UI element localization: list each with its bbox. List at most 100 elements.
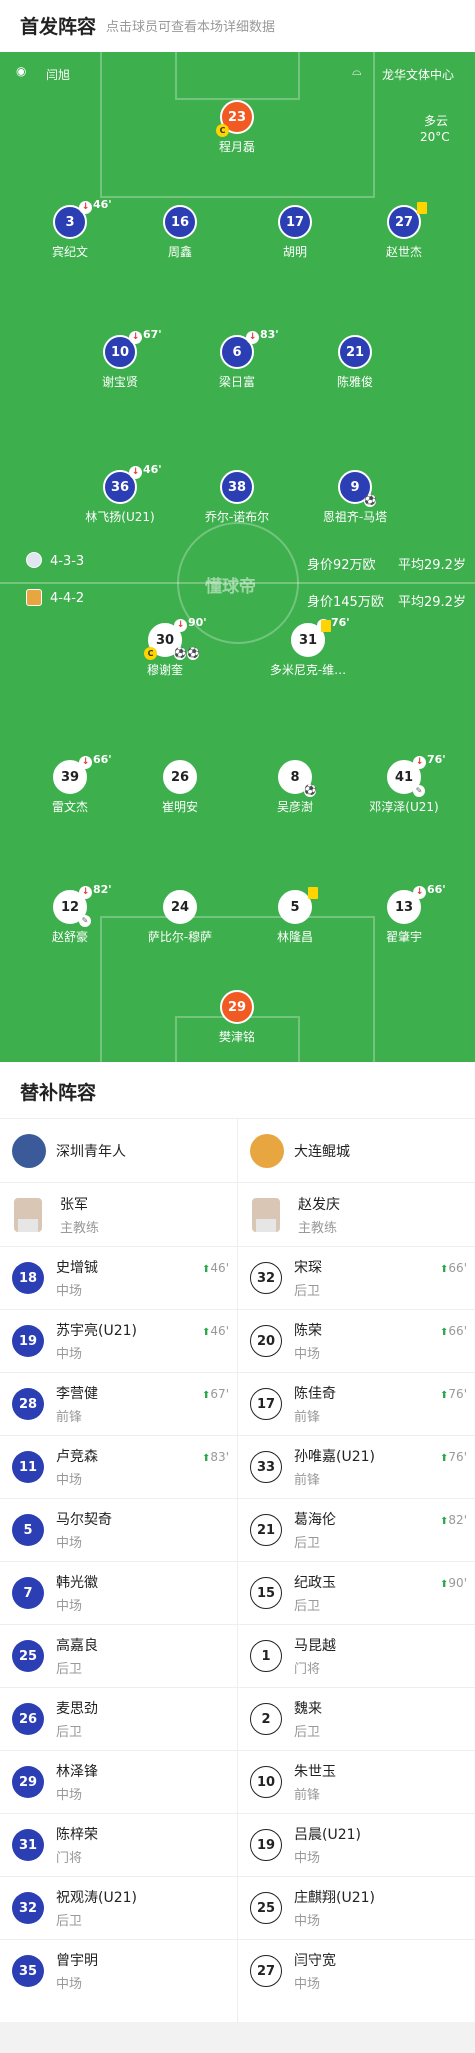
player-name: 多米尼克-维… <box>269 663 347 677</box>
pitch-player[interactable]: 26 崔明安 <box>120 760 240 815</box>
pitch-player[interactable]: 12 ↓ 82' ✎ 赵舒豪 <box>10 883 130 945</box>
pitch-player[interactable]: 39 ↓ 66' 雷文杰 <box>10 753 130 815</box>
page-subtitle: 点击球员可查看本场详细数据 <box>106 20 276 35</box>
sub-player-row[interactable]: 26 麦思劲 后卫 <box>0 1687 237 1750</box>
sub-number-badge: 25 <box>250 1892 282 1924</box>
pitch-player[interactable]: 36 ↓ 46' 林飞扬(U21) <box>60 463 180 525</box>
sub-player-row[interactable]: 32 祝观涛(U21) 后卫 <box>0 1876 237 1939</box>
sub-player-position: 中场 <box>56 1977 83 1992</box>
sub-number-badge: 27 <box>250 1955 282 1987</box>
player-number-badge: 8 ⚽ <box>278 760 316 797</box>
away-formation: 4-3-3 <box>50 554 85 569</box>
pitch-player[interactable]: 38 乔尔-诺布尔 <box>177 470 297 525</box>
sub-player-row[interactable]: 31 陈梓荣 门将 <box>0 1813 237 1876</box>
sub-on-time: ⬆46' <box>202 1324 229 1338</box>
player-number: 29 <box>227 999 247 1015</box>
pitch-player[interactable]: 13 ↓ 66' 翟肇宇 <box>344 883 464 945</box>
player-number-badge: 6 ↓ 83' <box>220 328 279 369</box>
sub-player-row[interactable]: 35 曾宇明 中场 <box>0 1939 237 2002</box>
sub-player-name: 史增铖 <box>56 1260 98 1276</box>
pitch-player[interactable]: 16 周鑫 <box>120 205 240 260</box>
sub-player-row[interactable]: 25 庄麒翔(U21) 中场 <box>238 1876 475 1939</box>
player-number-badge: 3 ↓ 46' <box>53 198 112 239</box>
sub-off-icon: ↓ <box>79 201 92 214</box>
sub-minute: 90' <box>188 616 207 629</box>
pitch-player[interactable]: 10 ↓ 67' 谢宝贤 <box>60 328 180 390</box>
sub-player-row[interactable]: 7 韩光徽 中场 <box>0 1561 237 1624</box>
pitch-player[interactable]: 41 ↓ 76' ✎ 邓淳泽(U21) <box>344 753 464 815</box>
sub-player-name: 孙唯嘉(U21) <box>294 1449 375 1465</box>
pitch-player[interactable]: 29 樊津铭 <box>177 990 297 1045</box>
team-row[interactable]: 深圳青年人 <box>0 1118 237 1182</box>
pitch-player[interactable]: 6 ↓ 83' 梁日富 <box>177 328 297 390</box>
player-name: 萨比尔-穆萨 <box>147 930 213 944</box>
player-number: 39 <box>60 769 80 785</box>
sub-on-minute: 67' <box>210 1387 229 1401</box>
sub-player-row[interactable]: 27 闫守宽 中场 <box>238 1939 475 2002</box>
pitch-player[interactable]: 17 胡明 <box>235 205 355 260</box>
player-name: 穆谢奎 <box>146 663 183 677</box>
captain-icon: C <box>144 647 157 660</box>
player-number: 30 <box>155 632 175 648</box>
sub-on-time: ⬆46' <box>202 1261 229 1275</box>
sub-player-row[interactable]: 2 魏来 后卫 <box>238 1687 475 1750</box>
player-number-badge: 12 ↓ 82' ✎ <box>53 883 112 927</box>
sub-player-row[interactable]: 1 马昆越 门将 <box>238 1624 475 1687</box>
sub-number-badge: 21 <box>250 1514 282 1546</box>
sub-on-minute: 76' <box>448 1387 467 1401</box>
player-number: 8 <box>290 769 300 785</box>
pitch-player[interactable]: 27 赵世杰 <box>344 202 464 260</box>
sub-player-row[interactable]: 19 苏宇亮(U21) 中场 ⬆46' <box>0 1309 237 1372</box>
player-name: 程月磊 <box>218 140 255 154</box>
pitch-player[interactable]: 3 ↓ 46' 宾纪文 <box>10 198 130 260</box>
sub-player-row[interactable]: 10 朱世玉 前锋 <box>238 1750 475 1813</box>
sub-player-position: 中场 <box>294 1914 321 1929</box>
weather: 多云 <box>424 114 449 128</box>
sub-number-badge: 15 <box>250 1577 282 1609</box>
pitch-player[interactable]: 8 ⚽ 吴彦澍 <box>235 760 355 815</box>
sub-player-row[interactable]: 17 陈佳奇 前锋 ⬆76' <box>238 1372 475 1435</box>
sub-player-row[interactable]: 18 史增铖 中场 ⬆46' <box>0 1246 237 1309</box>
sub-player-row[interactable]: 28 李营健 前锋 ⬆67' <box>0 1372 237 1435</box>
sub-player-name: 高嘉良 <box>56 1638 98 1654</box>
pitch-player[interactable]: 30 ↓ 90' C ⚽ ⚽ 穆谢奎 <box>105 616 225 678</box>
sub-player-row[interactable]: 5 马尔契奇 中场 <box>0 1498 237 1561</box>
team-name: 大连鲲城 <box>294 1143 350 1160</box>
sub-player-row[interactable]: 32 宋琛 后卫 ⬆66' <box>238 1246 475 1309</box>
sub-player-row[interactable]: 25 高嘉良 后卫 <box>0 1624 237 1687</box>
sub-minute: 66' <box>427 883 446 896</box>
player-name: 樊津铭 <box>218 1030 255 1044</box>
coach-row[interactable]: 张军 主教练 <box>0 1182 237 1246</box>
sub-number-badge: 29 <box>12 1766 44 1798</box>
sub-number-badge: 20 <box>250 1325 282 1357</box>
whistle-icon: ◉ <box>16 64 27 78</box>
pitch-player[interactable]: 23 C 程月磊 <box>177 100 297 155</box>
pitch-player[interactable]: 24 萨比尔-穆萨 <box>120 890 240 945</box>
sub-player-row[interactable]: 19 吕晨(U21) 中场 <box>238 1813 475 1876</box>
coach-avatar <box>14 1197 42 1232</box>
pitch-player[interactable]: 5 林隆昌 <box>235 887 355 945</box>
sub-player-position: 后卫 <box>56 1914 83 1929</box>
top-goal-box <box>175 52 300 100</box>
player-name: 吴彦澍 <box>276 800 313 814</box>
team-row[interactable]: 大连鲲城 <box>238 1118 475 1182</box>
goal-ball-icon: ⚽ <box>187 648 200 660</box>
sub-player-position: 后卫 <box>56 1725 83 1740</box>
sub-player-row[interactable]: 29 林泽锋 中场 <box>0 1750 237 1813</box>
sub-player-row[interactable]: 15 纪政玉 后卫 ⬆90' <box>238 1561 475 1624</box>
sub-minute: 76' <box>427 753 446 766</box>
sub-player-position: 中场 <box>56 1347 83 1362</box>
player-number: 12 <box>60 899 80 915</box>
pitch-player[interactable]: 21 陈雅俊 <box>295 335 415 390</box>
pitch-player[interactable]: 31↓76' 多米尼克-维… <box>248 616 368 678</box>
sub-player-position: 中场 <box>56 1599 83 1614</box>
sub-player-row[interactable]: 33 孙唯嘉(U21) 前锋 ⬆76' <box>238 1435 475 1498</box>
sub-player-name: 苏宇亮(U21) <box>56 1323 137 1339</box>
sub-player-row[interactable]: 21 葛海伦 后卫 ⬆82' <box>238 1498 475 1561</box>
sub-player-row[interactable]: 11 卢竞森 中场 ⬆83' <box>0 1435 237 1498</box>
sub-player-row[interactable]: 20 陈荣 中场 ⬆66' <box>238 1309 475 1372</box>
coach-row[interactable]: 赵发庆 主教练 <box>238 1182 475 1246</box>
sub-player-name: 韩光徽 <box>56 1575 98 1591</box>
sub-minute: 67' <box>143 328 162 341</box>
pitch-player[interactable]: 9 ⚽ 恩祖齐-马塔 <box>295 470 415 525</box>
